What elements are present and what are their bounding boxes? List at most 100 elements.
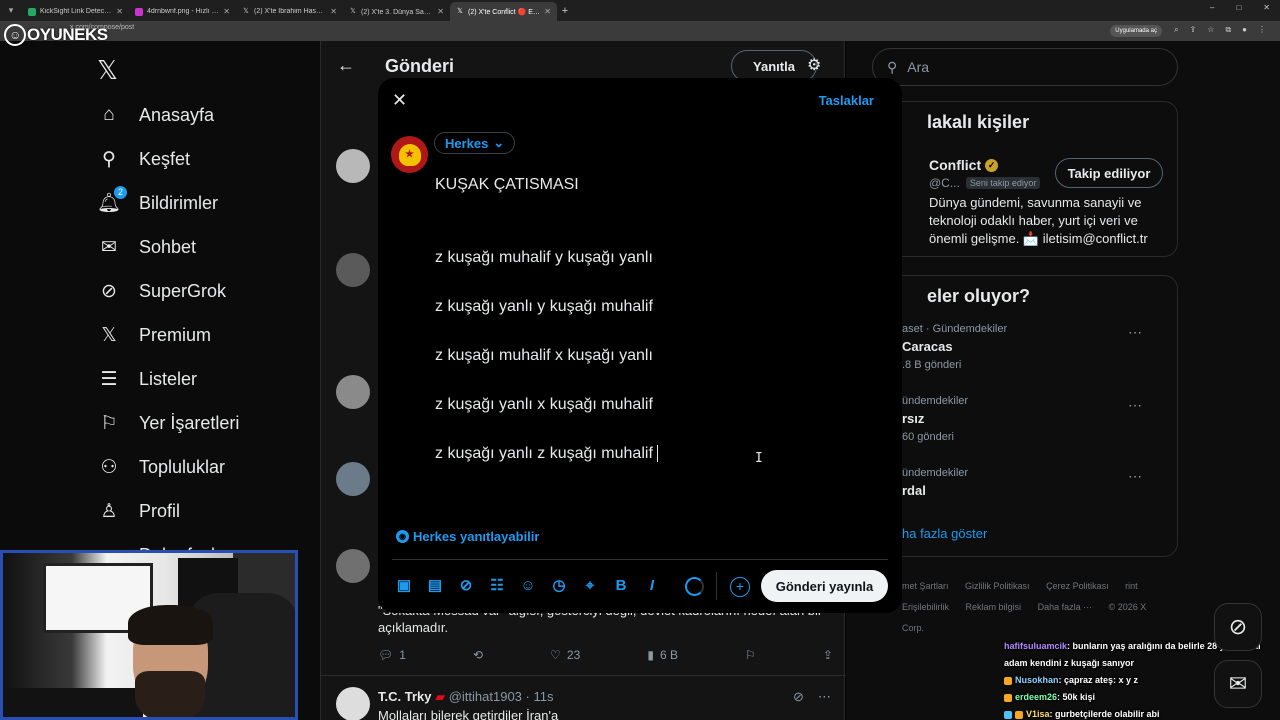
chat-badge-icon	[1004, 710, 1012, 719]
browser-tab-active[interactable]: 𝕏 (2) X'te Conflict 🔴 Eski ABD ✕	[450, 2, 557, 21]
flag-icon: ▰	[435, 689, 446, 704]
nav-communities[interactable]: ⚇ Topluluklar	[97, 455, 225, 479]
nav-messages[interactable]: ✉ Sohbet	[97, 235, 196, 259]
avatar[interactable]	[336, 687, 370, 720]
watermark-text: OYUNEKS	[27, 25, 108, 44]
nav-bookmarks[interactable]: ⚐ Yer İşaretleri	[97, 411, 239, 435]
grok-icon[interactable]: ⊘	[793, 689, 804, 705]
grok-floating-button[interactable]: ⊘	[1214, 603, 1262, 651]
location-icon[interactable]: ⌖	[580, 575, 600, 595]
avatar[interactable]	[336, 549, 370, 583]
add-post-icon[interactable]: +	[730, 577, 750, 597]
nav-profile[interactable]: ♙ Profil	[97, 499, 180, 523]
footer-link[interactable]: Çerez Politikası	[1046, 581, 1109, 591]
footer-link[interactable]: met Şartları	[902, 581, 949, 591]
browser-tab[interactable]: 𝕏 (2) X'te 3. Dünya Savaşı 🔴 Sc ✕	[343, 2, 450, 21]
emoji-icon[interactable]: ☺	[518, 575, 538, 595]
account-name[interactable]: Conflict ✓	[929, 157, 999, 173]
share-action[interactable]: ⇪	[823, 648, 833, 662]
author-name[interactable]: T.C. Trky	[378, 689, 431, 704]
drafts-link[interactable]: Taslaklar	[819, 93, 874, 108]
nav-explore[interactable]: ⚲ Keşfet	[97, 147, 190, 171]
gif-icon[interactable]: ▤	[425, 575, 445, 595]
footer-link[interactable]: Gizlilik Politikası	[965, 581, 1030, 591]
following-button[interactable]: Takip ediliyor	[1055, 158, 1163, 188]
close-tab-icon[interactable]: ✕	[116, 7, 123, 16]
close-tab-icon[interactable]: ✕	[330, 7, 337, 16]
schedule-icon[interactable]: ◷	[549, 575, 569, 595]
more-options-icon[interactable]: ⋯	[818, 689, 831, 705]
share-icon[interactable]: ⇪	[1190, 25, 1197, 35]
avatar[interactable]	[336, 253, 370, 287]
poll-icon[interactable]: ☷	[487, 575, 507, 595]
bookmark-action[interactable]: ⚐	[745, 648, 756, 662]
bold-icon[interactable]: B	[611, 575, 631, 595]
grok-icon[interactable]: ⊘	[456, 575, 476, 595]
messages-floating-button[interactable]: ✉	[1214, 660, 1262, 708]
close-tab-icon[interactable]: ✕	[437, 7, 444, 16]
trend-more-icon[interactable]: ⋯	[1128, 324, 1143, 341]
profile-icon[interactable]: ●	[1242, 25, 1247, 35]
trend-item[interactable]: ündemdekiler rdal	[902, 467, 968, 498]
open-in-app-button[interactable]: Uygulamada aç	[1110, 25, 1162, 37]
browser-menu-icon[interactable]: ⋮	[1258, 25, 1266, 35]
star-icon[interactable]: ☆	[1207, 25, 1214, 35]
globe-icon: ◉	[396, 530, 409, 543]
maximize-icon[interactable]: □	[1236, 3, 1241, 12]
new-tab-icon[interactable]: +	[557, 5, 573, 17]
close-window-icon[interactable]: ✕	[1263, 3, 1270, 12]
chat-badge-icon	[1004, 676, 1012, 685]
trend-more-icon[interactable]: ⋯	[1128, 397, 1143, 414]
kicksight-icon	[28, 7, 36, 16]
account-handle[interactable]: @C...	[929, 176, 960, 190]
author-handle[interactable]: @ittihat1903	[449, 689, 522, 704]
avatar[interactable]	[336, 462, 370, 496]
zoom-icon[interactable]: ⌕	[1174, 25, 1178, 35]
search-icon: ⚲	[102, 148, 116, 170]
minimize-icon[interactable]: –	[1210, 3, 1214, 12]
browser-tab[interactable]: 4drnbwnf.png - Hızlı Resim ✕	[129, 2, 236, 21]
reply-action[interactable]: 💬︎ 1	[378, 648, 406, 662]
back-arrow-icon[interactable]: ←	[337, 55, 355, 76]
text-cursor-icon: I	[755, 451, 763, 466]
reply-permission-button[interactable]: ◉ Herkes yanıtlayabilir	[396, 529, 539, 544]
avatar[interactable]: ★	[391, 136, 428, 173]
footer-link[interactable]: Erişilebilirlik	[902, 602, 949, 612]
audience-selector[interactable]: Herkes ⌄	[434, 132, 516, 154]
footer-link[interactable]: Daha fazla ···	[1038, 602, 1093, 612]
browser-tab[interactable]: 𝕏 (2) X'te İbrahim Haskoloğlu: "V ✕	[236, 2, 343, 21]
chevron-down-icon: ⌄	[493, 135, 505, 150]
post-time[interactable]: · 11s	[526, 689, 554, 704]
image-icon[interactable]: ▣	[394, 575, 414, 595]
tab-search-icon[interactable]: ▾	[0, 0, 22, 21]
browser-tab[interactable]: KickSight Link Detector ✕	[22, 2, 129, 21]
trend-more-icon[interactable]: ⋯	[1128, 468, 1143, 485]
search-input[interactable]: ⚲ Ara	[872, 48, 1178, 86]
show-more-link[interactable]: ha fazla göster	[902, 526, 987, 541]
nav-supergrok[interactable]: ⊘ SuperGrok	[97, 279, 226, 303]
nav-premium[interactable]: 𝕏 Premium	[97, 323, 211, 347]
repost-action[interactable]: ⟲	[473, 648, 483, 662]
reply-settings-icon[interactable]: ⚙	[807, 55, 821, 75]
avatar[interactable]	[336, 149, 370, 183]
footer-link[interactable]: rint	[1125, 581, 1138, 591]
x-logo-icon[interactable]: 𝕏	[97, 55, 118, 86]
trend-item[interactable]: ündemdekiler rsız 60 gönderi	[902, 395, 968, 443]
nav-label: Premium	[139, 324, 212, 345]
close-tab-icon[interactable]: ✕	[544, 7, 551, 16]
italic-icon[interactable]: I	[642, 575, 662, 595]
nav-notifications[interactable]: 🔔︎ 2 Bildirimler	[97, 186, 218, 215]
views-action[interactable]: ▮ 6 B	[647, 648, 678, 662]
reply-permission-label: Herkes yanıtlayabilir	[413, 529, 540, 544]
post-button[interactable]: Gönderi yayınla	[761, 570, 888, 602]
footer-link[interactable]: Reklam bilgisi	[966, 602, 1022, 612]
close-tab-icon[interactable]: ✕	[223, 7, 230, 16]
chat-user: erdeem26	[1015, 692, 1058, 702]
nav-lists[interactable]: ☰ Listeler	[97, 367, 197, 391]
nav-home[interactable]: ⌂ Anasayfa	[97, 103, 214, 127]
trend-item[interactable]: aset · Gündemdekiler Caracas .8 B gönder…	[902, 323, 1007, 371]
close-icon[interactable]: ✕	[392, 90, 407, 111]
extensions-icon[interactable]: ⧉	[1225, 25, 1231, 35]
avatar[interactable]	[336, 375, 370, 409]
like-action[interactable]: ♡ 23	[550, 648, 580, 662]
